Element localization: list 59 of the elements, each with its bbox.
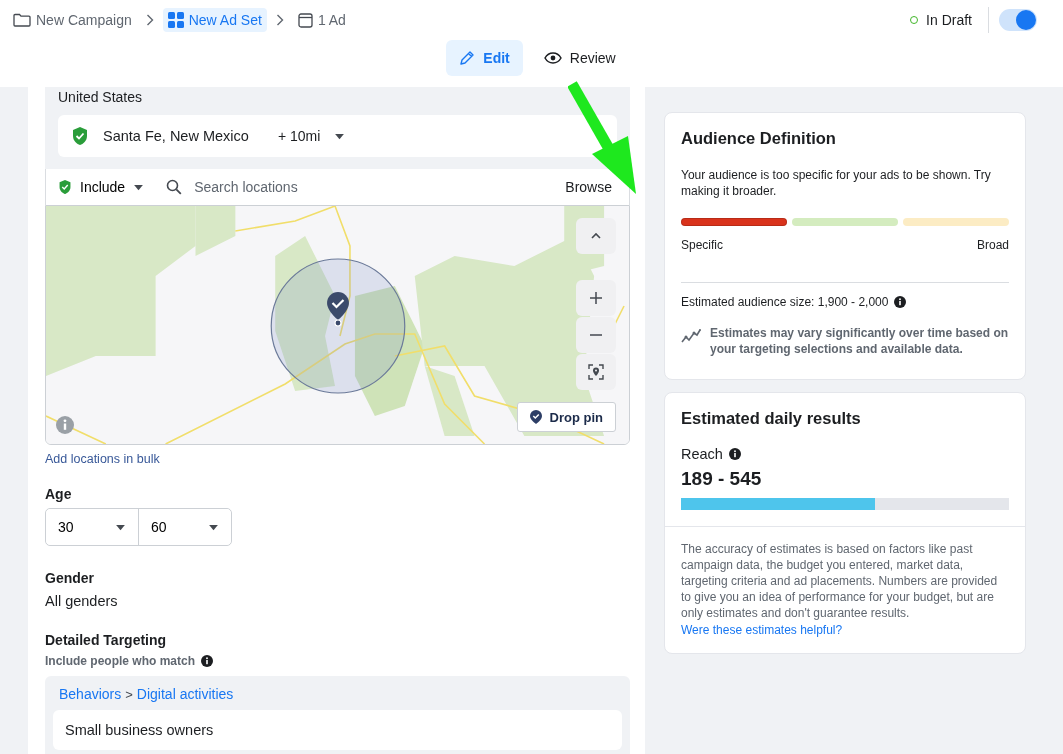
gender-value: All genders	[45, 593, 119, 609]
targeting-item: Small business owners	[53, 710, 622, 750]
specific-label: Specific	[681, 238, 724, 252]
map-pin-icon	[327, 292, 349, 327]
search-icon	[166, 179, 183, 195]
eye-icon	[543, 52, 562, 64]
reach-label: Reach	[681, 446, 723, 462]
browse-button[interactable]: Browse	[559, 178, 618, 196]
mode-tab[interactable]: Review	[530, 40, 629, 76]
breadcrumb-item[interactable]: New Ad Set	[162, 8, 267, 32]
folder-icon	[13, 13, 31, 27]
grid-icon	[167, 12, 184, 28]
drop-pin-button[interactable]: Drop pin	[516, 402, 616, 432]
chevron-right-icon	[145, 14, 154, 26]
trend-line-icon	[681, 328, 701, 344]
window-icon	[297, 12, 313, 28]
audience-message: Your audience is too specific for your ads to be shown. Try making it broader.	[681, 167, 992, 199]
minus-icon	[588, 334, 604, 336]
toggle-switch[interactable]	[999, 9, 1037, 31]
locate-icon	[588, 364, 604, 380]
card-title: Audience Definition	[681, 129, 837, 148]
location-check-icon	[58, 179, 72, 195]
search-field[interactable]: Search locations	[192, 178, 552, 196]
audience-size: Estimated audience size: 1,900 - 2,000	[681, 295, 889, 309]
category-link[interactable]: Behaviors	[59, 686, 122, 702]
breadcrumb-item[interactable]: New Campaign	[8, 8, 137, 32]
targeting-label: Detailed Targeting	[45, 632, 168, 648]
mode-tab[interactable]: Edit	[446, 40, 523, 76]
pin-icon	[529, 410, 542, 424]
breadcrumb-item[interactable]: 1 Ad	[292, 8, 351, 32]
location-name: Santa Fe, New Mexico	[103, 128, 249, 144]
gender-label: Gender	[45, 570, 95, 586]
estimate-note: Estimates may vary significantly over time based on your targeting selections and available data.	[710, 325, 1009, 357]
age-label: Age	[45, 486, 73, 502]
caret-icon	[133, 183, 145, 191]
radius-value: + 10mi	[277, 128, 321, 144]
country-label: United States	[58, 88, 144, 107]
feedback-link[interactable]: Were these estimates helpful?	[681, 623, 843, 637]
plus-icon	[588, 290, 604, 306]
disclaimer-text: The accuracy of estimates is based on factors like past campaign data, the budget you entered, market data, targeting criteria and ad placements. Numbers are provided to give you an idea of performance for your budget, but are only estimates and don't guarantee results.	[681, 541, 999, 621]
zoom-in-button[interactable]	[576, 280, 616, 316]
category-link[interactable]: Digital activities	[136, 686, 234, 702]
pencil-icon	[459, 50, 476, 66]
path-separator: >	[125, 686, 133, 702]
broad-label: Broad	[976, 238, 1009, 252]
chevron-right-icon	[275, 14, 284, 26]
info-icon	[894, 296, 907, 308]
info-icon	[728, 448, 741, 460]
include-dropdown[interactable]: Include	[58, 179, 145, 195]
reach-range: 189 - 545	[681, 468, 763, 490]
caret-icon	[334, 132, 346, 140]
location-check-icon	[71, 126, 89, 146]
locate-button[interactable]	[576, 354, 616, 390]
info-icon[interactable]	[56, 416, 74, 434]
status-label: In Draft	[926, 12, 972, 28]
targeting-hint: Include people who match	[45, 654, 196, 668]
card-title: Estimated daily results	[681, 409, 862, 428]
info-icon	[201, 655, 214, 667]
bulk-locations-link[interactable]: Add locations in bulk	[45, 452, 160, 466]
